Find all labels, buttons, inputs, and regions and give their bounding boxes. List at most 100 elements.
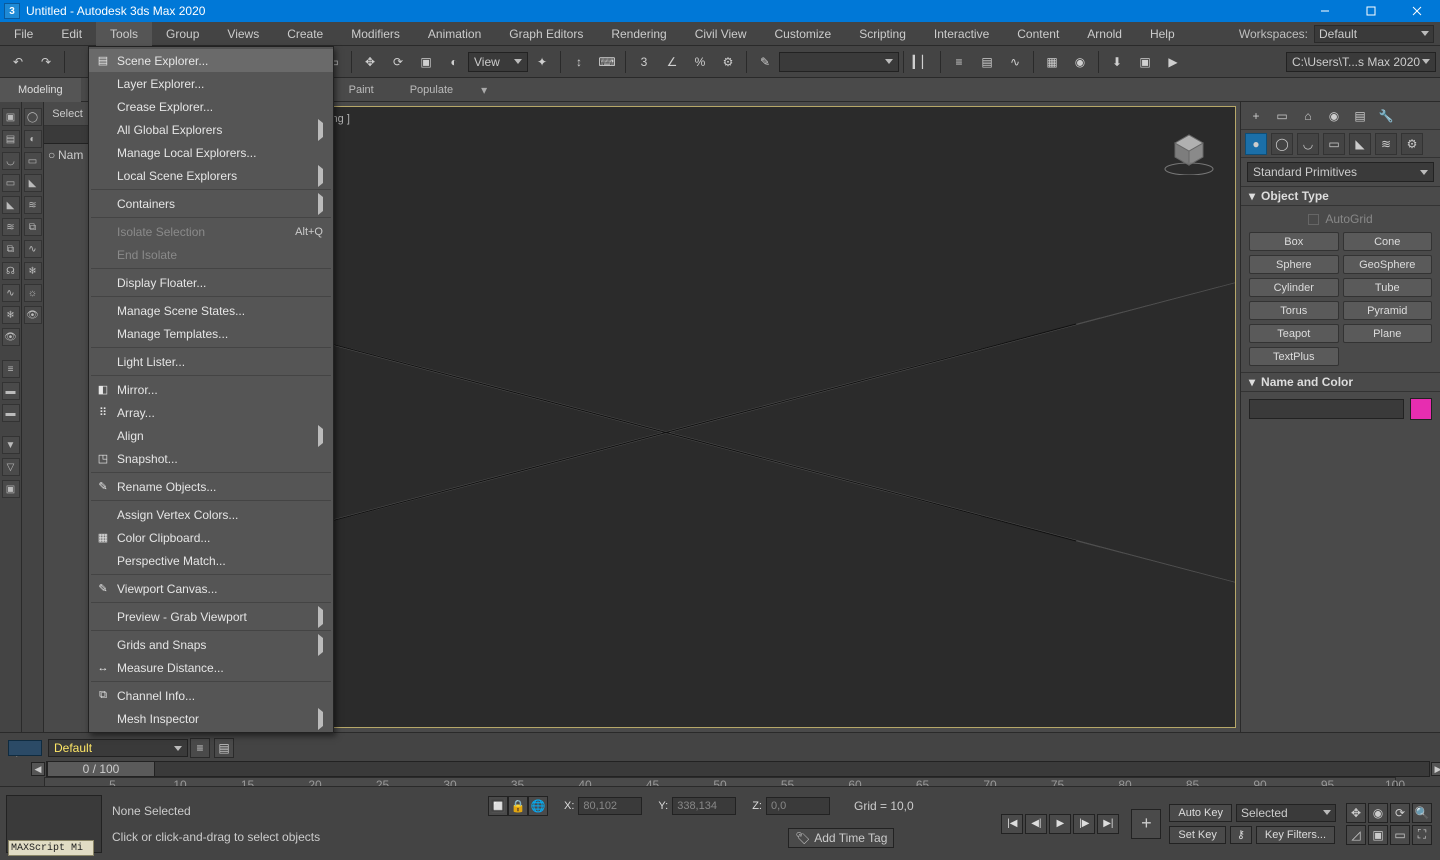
rail-spline-icon[interactable]: ∿ — [2, 284, 20, 302]
lock-icon[interactable]: 🔒 — [508, 796, 528, 816]
angle-snap-button[interactable]: ∠ — [659, 49, 685, 75]
rail2-b-icon[interactable]: ◐ — [24, 130, 42, 148]
primitive-pyramid-button[interactable]: Pyramid — [1343, 301, 1433, 320]
rail2-h-icon[interactable]: ❄ — [24, 262, 42, 280]
helpers-tab-icon[interactable]: ◣ — [1349, 133, 1371, 155]
orbit-button[interactable]: ⟳ — [1390, 803, 1410, 823]
menu-animation[interactable]: Animation — [414, 22, 495, 46]
rail-eye-icon[interactable]: 👁 — [2, 328, 20, 346]
name-color-rollout-head[interactable]: ▾Name and Color — [1241, 372, 1440, 392]
named-selection-button[interactable]: ✎ — [752, 49, 778, 75]
tools-menu-preview-grab-viewport[interactable]: Preview - Grab Viewport — [89, 605, 333, 628]
time-slider-thumb[interactable]: 0 / 100 — [47, 761, 155, 777]
tools-menu-crease-explorer[interactable]: Crease Explorer... — [89, 95, 333, 118]
tools-menu-channel-info[interactable]: ⧉Channel Info... — [89, 684, 333, 707]
rail-col2-icon[interactable]: ▬ — [2, 382, 20, 400]
utilities-panel-icon[interactable]: 🔧 — [1375, 105, 1397, 127]
menu-views[interactable]: Views — [213, 22, 273, 46]
fov-button[interactable]: ◿ — [1346, 825, 1366, 845]
percent-snap-button[interactable]: % — [687, 49, 713, 75]
track-filter-icon[interactable]: ▤ — [214, 738, 234, 758]
menu-modifiers[interactable]: Modifiers — [337, 22, 414, 46]
tools-menu-scene-explorer[interactable]: ▤Scene Explorer... — [89, 49, 333, 72]
time-slider-left-icon[interactable]: ◀ — [31, 762, 45, 776]
rail-display-icon[interactable]: ▣ — [2, 108, 20, 126]
goto-start-button[interactable]: |◀ — [1001, 814, 1023, 834]
primitive-torus-button[interactable]: Torus — [1249, 301, 1339, 320]
rail2-g-icon[interactable]: ∿ — [24, 240, 42, 258]
primitive-box-button[interactable]: Box — [1249, 232, 1339, 251]
tools-menu-manage-scene-states[interactable]: Manage Scene States... — [89, 299, 333, 322]
maximize-button[interactable] — [1348, 0, 1394, 22]
tools-menu-color-clipboard[interactable]: ▦Color Clipboard... — [89, 526, 333, 549]
zoom-region-button[interactable]: ▭ — [1390, 825, 1410, 845]
primitive-sphere-button[interactable]: Sphere — [1249, 255, 1339, 274]
prev-frame-button[interactable]: ◀| — [1025, 814, 1047, 834]
tools-menu-mesh-inspector[interactable]: Mesh Inspector — [89, 707, 333, 730]
tools-menu-array[interactable]: ⠿Array... — [89, 401, 333, 424]
undo-button[interactable]: ↶ — [5, 49, 31, 75]
minimize-button[interactable] — [1302, 0, 1348, 22]
tools-menu-all-global-explorers[interactable]: All Global Explorers — [89, 118, 333, 141]
rail-light-icon[interactable]: ◡ — [2, 152, 20, 170]
keyfilters-button[interactable]: Key Filters... — [1256, 826, 1335, 844]
rail2-e-icon[interactable]: ≋ — [24, 196, 42, 214]
tools-menu-manage-local-explorers[interactable]: Manage Local Explorers... — [89, 141, 333, 164]
create-panel-icon[interactable]: + — [1245, 105, 1267, 127]
scale-button[interactable]: ▣ — [413, 49, 439, 75]
scene-explorer-search[interactable] — [44, 126, 91, 144]
rail-list-icon[interactable]: ▤ — [2, 130, 20, 148]
primitive-textplus-button[interactable]: TextPlus — [1249, 347, 1339, 366]
time-slider-right-icon[interactable]: ▶ — [1431, 762, 1440, 776]
color-swatch[interactable] — [1410, 398, 1432, 420]
primitive-tube-button[interactable]: Tube — [1343, 278, 1433, 297]
tools-menu-grids-and-snaps[interactable]: Grids and Snaps — [89, 633, 333, 656]
menu-arnold[interactable]: Arnold — [1073, 22, 1136, 46]
project-path-box[interactable]: C:\Users\T...s Max 2020 — [1286, 52, 1436, 72]
tools-menu-align[interactable]: Align — [89, 424, 333, 447]
rail-lock-icon[interactable]: ▣ — [2, 480, 20, 498]
rotate-button[interactable]: ⟳ — [385, 49, 411, 75]
render-setup-button[interactable]: ⬇ — [1104, 49, 1130, 75]
coord-z-value[interactable]: 0,0 — [766, 797, 830, 815]
tools-menu-perspective-match[interactable]: Perspective Match... — [89, 549, 333, 572]
display-panel-icon[interactable]: ▤ — [1349, 105, 1371, 127]
render-frame-button[interactable]: ▣ — [1132, 49, 1158, 75]
tools-menu-manage-templates[interactable]: Manage Templates... — [89, 322, 333, 345]
primitive-teapot-button[interactable]: Teapot — [1249, 324, 1339, 343]
menu-edit[interactable]: Edit — [47, 22, 96, 46]
ribbon-tab-modeling[interactable]: Modeling — [0, 78, 81, 102]
tools-menu-rename-objects[interactable]: ✎Rename Objects... — [89, 475, 333, 498]
key-mode-icon[interactable]: ⚷ — [1230, 826, 1252, 844]
tools-menu-display-floater[interactable]: Display Floater... — [89, 271, 333, 294]
world-icon[interactable]: 🌐 — [528, 796, 548, 816]
menu-customize[interactable]: Customize — [761, 22, 846, 46]
ref-coord-dropdown[interactable]: View — [468, 52, 528, 72]
curve-editor-button[interactable]: ∿ — [1002, 49, 1028, 75]
close-button[interactable] — [1394, 0, 1440, 22]
placement-button[interactable]: ◐ — [441, 49, 467, 75]
scene-explorer-col-name[interactable]: ○Nam — [44, 144, 91, 166]
track-layers-icon[interactable]: ≡ — [190, 738, 210, 758]
menu-graph-editors[interactable]: Graph Editors — [495, 22, 597, 46]
tools-menu-viewport-canvas[interactable]: ✎Viewport Canvas... — [89, 577, 333, 600]
systems-tab-icon[interactable]: ⚙ — [1401, 133, 1423, 155]
layer-explorer-button[interactable]: ▤ — [974, 49, 1000, 75]
rail-helper-icon[interactable]: ◣ — [2, 196, 20, 214]
redo-button[interactable]: ↷ — [33, 49, 59, 75]
keyboard-shortcut-button[interactable]: ⌨ — [594, 49, 620, 75]
rail-camera-icon[interactable]: ▭ — [2, 174, 20, 192]
menu-file[interactable]: File — [0, 22, 47, 46]
hierarchy-panel-icon[interactable]: ⌂ — [1297, 105, 1319, 127]
tools-menu-layer-explorer[interactable]: Layer Explorer... — [89, 72, 333, 95]
select-manipulate-button[interactable]: ↕ — [566, 49, 592, 75]
walk-button[interactable]: ◉ — [1368, 803, 1388, 823]
motion-panel-icon[interactable]: ◉ — [1323, 105, 1345, 127]
primitive-cone-button[interactable]: Cone — [1343, 232, 1433, 251]
rail-particle-icon[interactable]: ❄ — [2, 306, 20, 324]
rail-bone-icon[interactable]: ☊ — [2, 262, 20, 280]
coord-y-value[interactable]: 338,134 — [672, 797, 736, 815]
object-type-rollout-head[interactable]: ▾Object Type — [1241, 186, 1440, 206]
ribbon-expand-icon[interactable]: ▾ — [474, 80, 494, 100]
coord-x-value[interactable]: 80,102 — [578, 797, 642, 815]
